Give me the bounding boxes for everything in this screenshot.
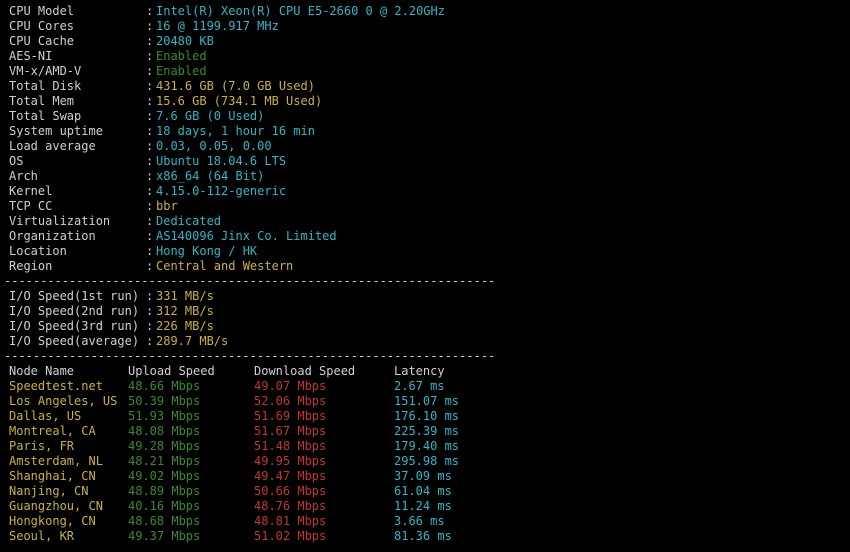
latency-value: 11.24 ms xyxy=(394,499,452,513)
latency-value: 37.09 ms xyxy=(394,469,452,483)
header-upload: Upload Speed xyxy=(128,364,215,378)
sysinfo-row-os: OS: Ubuntu 18.04.6 LTS xyxy=(9,154,287,168)
io-block: I/O Speed(1st run): 331 MB/s I/O Speed(2… xyxy=(9,289,850,349)
sysinfo-row-tcp-cc: TCP CC: bbr xyxy=(9,199,178,213)
sysinfo-row-total-disk: Total Disk: 431.6 GB (7.0 GB Used) xyxy=(9,79,315,93)
node-name: Paris, FR xyxy=(9,439,75,453)
sysinfo-row-total-mem: Total Mem: 15.6 GB (734.1 MB Used) xyxy=(9,94,323,108)
latency-value: 3.66 ms xyxy=(394,514,445,528)
table-row: Seoul, KR 49.37 Mbps 51.02 Mbps 81.36 ms xyxy=(9,529,850,544)
latency-value: 295.98 ms xyxy=(394,454,460,468)
upload-speed: 48.89 Mbps xyxy=(128,484,201,498)
node-name: Nanjing, CN xyxy=(9,484,89,498)
download-speed: 51.48 Mbps xyxy=(254,439,327,453)
upload-speed: 50.39 Mbps xyxy=(128,394,201,408)
table-row: Montreal, CA 48.08 Mbps 51.67 Mbps 225.39 m… xyxy=(9,424,850,439)
upload-speed: 48.21 Mbps xyxy=(128,454,201,468)
io-row-3: I/O Speed(3rd run): 226 MB/s xyxy=(9,319,214,333)
table-row: Amsterdam, NL 48.21 Mbps 49.95 Mbps 295.98 … xyxy=(9,454,850,469)
upload-speed: 51.93 Mbps xyxy=(128,409,201,423)
download-speed: 49.95 Mbps xyxy=(254,454,327,468)
sysinfo-row-total-swap: Total Swap: 7.6 GB (0 Used) xyxy=(9,109,265,123)
table-row: Guangzhou, CN 40.16 Mbps 48.76 Mbps 11.24 m… xyxy=(9,499,850,514)
sysinfo-row-region: Region: Central and Western xyxy=(9,259,294,273)
node-name: Los Angeles, US xyxy=(9,394,118,408)
latency-value: 225.39 ms xyxy=(394,424,460,438)
download-speed: 48.81 Mbps xyxy=(254,514,327,528)
separator-line: ----------------------------------------… xyxy=(4,349,494,363)
sysinfo-block: CPU Model: Intel(R) Xeon(R) CPU E5-2660 … xyxy=(9,4,850,274)
upload-speed: 40.16 Mbps xyxy=(128,499,201,513)
speedtest-header: Node Name Upload Speed Download Speed La… xyxy=(9,364,850,379)
sysinfo-row-uptime: System uptime: 18 days, 1 hour 16 min xyxy=(9,124,315,138)
upload-speed: 48.08 Mbps xyxy=(128,424,201,438)
download-speed: 51.69 Mbps xyxy=(254,409,327,423)
download-speed: 50.66 Mbps xyxy=(254,484,327,498)
download-speed: 48.76 Mbps xyxy=(254,499,327,513)
download-speed: 51.67 Mbps xyxy=(254,424,327,438)
io-row-average: I/O Speed(average): 289.7 MB/s xyxy=(9,334,229,348)
upload-speed: 48.66 Mbps xyxy=(128,379,201,393)
sysinfo-row-cpu-cache: CPU Cache: 20480 KB xyxy=(9,34,214,48)
header-download: Download Speed xyxy=(254,364,356,378)
sysinfo-row-kernel: Kernel: 4.15.0-112-generic xyxy=(9,184,287,198)
sysinfo-row-location: Location: Hong Kong / HK xyxy=(9,244,258,258)
node-name: Dallas, US xyxy=(9,409,82,423)
upload-speed: 48.68 Mbps xyxy=(128,514,201,528)
table-row: Paris, FR 49.28 Mbps 51.48 Mbps 179.40 ms xyxy=(9,439,850,454)
upload-speed: 49.02 Mbps xyxy=(128,469,201,483)
speedtest-rows: Speedtest.net 48.66 Mbps 49.07 Mbps 2.67 ms… xyxy=(9,379,850,544)
sysinfo-row-cpu-cores: CPU Cores: 16 @ 1199.917 MHz xyxy=(9,19,279,33)
download-speed: 52.06 Mbps xyxy=(254,394,327,408)
latency-value: 2.67 ms xyxy=(394,379,445,393)
table-row: Dallas, US 51.93 Mbps 51.69 Mbps 176.10 ms xyxy=(9,409,850,424)
upload-speed: 49.28 Mbps xyxy=(128,439,201,453)
io-row-1: I/O Speed(1st run): 331 MB/s xyxy=(9,289,214,303)
node-name: Seoul, KR xyxy=(9,529,75,543)
latency-value: 179.40 ms xyxy=(394,439,460,453)
download-speed: 49.47 Mbps xyxy=(254,469,327,483)
sysinfo-row-organization: Organization: AS140096 Jinx Co. Limited xyxy=(9,229,337,243)
table-row: Nanjing, CN 48.89 Mbps 50.66 Mbps 61.04 ms xyxy=(9,484,850,499)
node-name: Guangzhou, CN xyxy=(9,499,103,513)
node-name: Shanghai, CN xyxy=(9,469,96,483)
latency-value: 61.04 ms xyxy=(394,484,452,498)
sysinfo-row-virtualization: Virtualization: Dedicated xyxy=(9,214,222,228)
download-speed: 49.07 Mbps xyxy=(254,379,327,393)
header-latency: Latency xyxy=(394,364,445,378)
header-node: Node Name xyxy=(9,364,75,378)
table-row: Shanghai, CN 49.02 Mbps 49.47 Mbps 37.09 ms xyxy=(9,469,850,484)
sysinfo-row-load-average: Load average: 0.03, 0.05, 0.00 xyxy=(9,139,272,153)
table-row: Hongkong, CN 48.68 Mbps 48.81 Mbps 3.66 ms xyxy=(9,514,850,529)
io-row-2: I/O Speed(2nd run): 312 MB/s xyxy=(9,304,214,318)
latency-value: 151.07 ms xyxy=(394,394,460,408)
node-name: Amsterdam, NL xyxy=(9,454,103,468)
sysinfo-row-vmx: VM-x/AMD-V: Enabled xyxy=(9,64,207,78)
speedtest-table: Node Name Upload Speed Download Speed La… xyxy=(9,364,850,544)
table-row: Speedtest.net 48.66 Mbps 49.07 Mbps 2.67 ms xyxy=(9,379,850,394)
download-speed: 51.02 Mbps xyxy=(254,529,327,543)
latency-value: 176.10 ms xyxy=(394,409,460,423)
node-name: Speedtest.net xyxy=(9,379,103,393)
sysinfo-row-arch: Arch: x86_64 (64 Bit) xyxy=(9,169,265,183)
terminal-output: CPU Model: Intel(R) Xeon(R) CPU E5-2660 … xyxy=(0,0,850,544)
node-name: Montreal, CA xyxy=(9,424,96,438)
latency-value: 81.36 ms xyxy=(394,529,452,543)
table-row: Los Angeles, US 50.39 Mbps 52.06 Mbps 151.0… xyxy=(9,394,850,409)
upload-speed: 49.37 Mbps xyxy=(128,529,201,543)
sysinfo-row-aes-ni: AES-NI: Enabled xyxy=(9,49,207,63)
node-name: Hongkong, CN xyxy=(9,514,96,528)
sysinfo-row-cpu-model: CPU Model: Intel(R) Xeon(R) CPU E5-2660 … xyxy=(9,4,445,18)
separator-line: ----------------------------------------… xyxy=(4,274,494,288)
